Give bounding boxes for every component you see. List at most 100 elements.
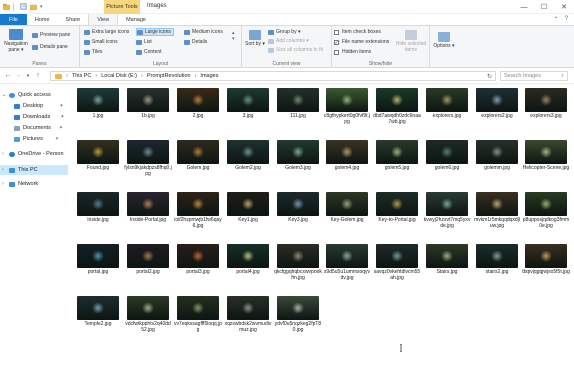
tab-view[interactable]: View — [88, 14, 119, 25]
nav-onedrive[interactable]: › OneDrive - Person — [2, 151, 64, 157]
file-item[interactable]: Inside.jpg — [74, 188, 122, 235]
file-item[interactable]: p8upposjqdkog3fmm0e.jpg — [522, 188, 570, 235]
file-item[interactable]: golemm.jpg — [473, 136, 521, 183]
address-bar[interactable]: › This PC › Local Disk (E:) › PromptRevo… — [50, 71, 496, 81]
file-item[interactable]: Temple2.jpg — [74, 292, 122, 339]
collapsed-chevron-icon[interactable]: › — [2, 181, 8, 187]
layout-details[interactable]: Details — [184, 39, 207, 45]
layout-scroll-icon[interactable]: ▴ ▾ — [232, 30, 235, 42]
file-item[interactable]: explorers3.jpg — [522, 84, 570, 131]
file-item[interactable]: mvkm1r5mkqqdqxdjluw.jpg — [473, 188, 521, 235]
back-arrow-icon[interactable]: ← — [3, 72, 13, 79]
layout-large-icons[interactable]: Large icons — [136, 28, 174, 36]
layout-medium-icons[interactable]: Medium icons — [184, 29, 223, 35]
breadcrumb-this-pc[interactable]: This PC — [72, 73, 92, 79]
tab-file[interactable]: File — [0, 14, 27, 25]
navigation-pane-button[interactable]: Navigation pane ▾ — [2, 29, 30, 53]
file-item[interactable]: kvwyj2hzxvt7mq5yxvde.jpg — [423, 188, 471, 235]
file-item[interactable]: vdcfwtkpphtv2q40dd52.jpg — [124, 292, 172, 339]
file-item[interactable]: explorers2.jpg — [473, 84, 521, 131]
file-item[interactable]: xqzswbdsk2wvmudivmuz.jpg — [224, 292, 272, 339]
tab-share[interactable]: Share — [58, 14, 89, 25]
up-arrow-icon[interactable]: ↑ — [33, 72, 43, 79]
nav-pictures[interactable]: Pictures ✦ — [14, 136, 59, 142]
file-item[interactable]: golem5.jpg — [373, 136, 421, 183]
file-item[interactable]: portal4.jpg — [224, 240, 272, 287]
hidden-items-toggle[interactable]: Hidden items — [334, 49, 371, 55]
help-icon[interactable]: ? — [565, 16, 568, 23]
file-item[interactable]: Golem.jpg — [174, 136, 222, 183]
breadcrumb-images[interactable]: Images — [200, 73, 218, 79]
add-columns-button[interactable]: Add columns ▾ — [268, 38, 309, 44]
file-item[interactable]: dbd7awqdh0zdc6naa7wb.jpg — [373, 84, 421, 131]
layout-extra-large-icons[interactable]: Extra large icons — [84, 29, 129, 35]
file-item[interactable]: savqz0vkehtdlvcm55ah.jpg — [373, 240, 421, 287]
file-item[interactable]: vv7eqkssagfff5loqq.jpg — [174, 292, 222, 339]
file-item[interactable]: ioif2hspmwjb1fw6qay6.jpg — [174, 188, 222, 235]
layout-tiles[interactable]: Tiles — [84, 49, 102, 55]
pin-icon[interactable]: ✦ — [59, 125, 63, 131]
layout-small-icons[interactable]: Small icons — [84, 39, 118, 45]
sort-by-button[interactable]: Sort by ▾ — [245, 30, 265, 47]
pin-icon[interactable]: ✦ — [60, 114, 64, 120]
forward-arrow-icon[interactable]: → — [13, 72, 23, 79]
file-item[interactable]: Golem3.jpg — [274, 136, 322, 183]
hide-selected-items-button[interactable]: Hide selected items — [394, 30, 428, 53]
nav-desktop[interactable]: Desktop ✦ — [14, 103, 63, 109]
refresh-icon[interactable]: ↻ — [487, 73, 492, 80]
tab-home[interactable]: Home — [27, 14, 58, 25]
tab-manage[interactable]: Manage — [118, 14, 154, 25]
breadcrumb-separator-icon[interactable]: › — [95, 73, 97, 79]
file-item[interactable]: 1.jpg — [74, 84, 122, 131]
file-item[interactable]: Key3.jpg — [274, 188, 322, 235]
file-item[interactable]: qkcfggqhqbcxwvpookfm.jpg — [274, 240, 322, 287]
file-item[interactable]: tbqivjqgqjwjso5f5t.jpg — [522, 240, 570, 287]
maximize-button[interactable]: ☐ — [534, 0, 554, 14]
group-by-button[interactable]: Group by ▾ — [268, 29, 300, 35]
file-item[interactable]: Found.jpg — [74, 136, 122, 183]
file-item[interactable]: ydvf0u5nqzkeg2fpT80.jpg — [274, 292, 322, 339]
breadcrumb-separator-icon[interactable]: › — [195, 73, 197, 79]
layout-list[interactable]: List — [136, 39, 152, 45]
search-box[interactable]: Search Images ⌕ — [500, 71, 568, 81]
collapse-ribbon-icon[interactable]: ⌃ — [554, 16, 559, 23]
file-item[interactable]: Stairs.jpg — [423, 240, 471, 287]
file-item[interactable]: portal.jpg — [74, 240, 122, 287]
file-item[interactable]: 111.jpg — [274, 84, 322, 131]
nav-this-pc[interactable]: › This PC — [0, 165, 68, 175]
breadcrumb-local-disk[interactable]: Local Disk (E:) — [101, 73, 137, 79]
file-item[interactable]: Key-to-Portal.jpg — [373, 188, 421, 235]
new-folder-icon[interactable] — [30, 3, 37, 10]
expanded-chevron-icon[interactable]: ⌄ — [2, 92, 8, 98]
file-item[interactable]: portal2.jpg — [124, 240, 172, 287]
file-item[interactable]: explorers.jpg — [423, 84, 471, 131]
pin-icon[interactable]: ✦ — [55, 136, 59, 142]
breadcrumb-promptrevolution[interactable]: PromptRevolution — [147, 73, 191, 79]
file-item[interactable]: golem6.jpg — [423, 136, 471, 183]
close-button[interactable]: ✕ — [554, 0, 574, 14]
file-item[interactable]: 2.jpg — [174, 84, 222, 131]
nav-downloads[interactable]: Downloads ✦ — [14, 114, 64, 120]
file-item[interactable]: Key-Golem.jpg — [323, 188, 371, 235]
qa-dropdown-icon[interactable]: ▾ — [40, 4, 43, 10]
size-all-columns-button[interactable]: Size all columns to fit — [268, 47, 323, 53]
pin-icon[interactable]: ✦ — [59, 103, 63, 109]
breadcrumb-separator-icon[interactable]: › — [66, 73, 68, 79]
file-item[interactable]: c8gthypkert0g0fvf9t.jpg — [323, 84, 371, 131]
file-item[interactable]: Helicopter-Scene.jpg — [522, 136, 570, 183]
breadcrumb-separator-icon[interactable]: › — [141, 73, 143, 79]
file-name-extensions-toggle[interactable]: ✓ File name extensions — [334, 39, 389, 45]
file-item[interactable]: fylsn9kjakdpzs8fhq0.jpg — [124, 136, 172, 183]
nav-quick-access[interactable]: ⌄ Quick access — [2, 92, 51, 98]
file-item[interactable]: Golem2.jpg — [224, 136, 272, 183]
collapsed-chevron-icon[interactable]: › — [2, 167, 8, 173]
nav-documents[interactable]: Documents ✦ — [14, 125, 63, 131]
options-button[interactable]: Options ▾ — [432, 32, 456, 49]
file-item[interactable]: 1b.jpg — [124, 84, 172, 131]
file-item[interactable]: stairs2.jpg — [473, 240, 521, 287]
properties-icon[interactable] — [20, 3, 27, 10]
collapsed-chevron-icon[interactable]: › — [2, 151, 8, 157]
file-item[interactable]: golem4.jpg — [323, 136, 371, 183]
file-item[interactable]: Key1.jpg — [224, 188, 272, 235]
preview-pane-button[interactable]: Preview pane — [32, 32, 70, 38]
